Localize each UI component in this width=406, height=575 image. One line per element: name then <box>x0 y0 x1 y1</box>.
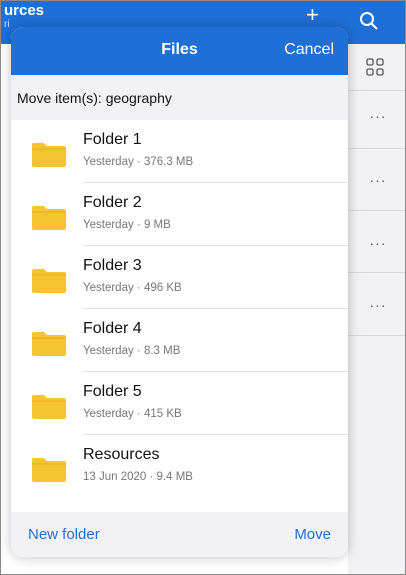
folder-name: Folder 1 <box>83 131 142 148</box>
new-folder-button[interactable]: New folder <box>28 526 100 543</box>
more-icon[interactable]: ··· <box>366 297 390 313</box>
cancel-button[interactable]: Cancel <box>284 41 334 59</box>
folder-icon <box>32 458 66 482</box>
folder-icon <box>32 332 66 356</box>
plus-icon[interactable]: + <box>306 4 319 26</box>
folder-meta: 13 Jun 2020 · 9.4 MB <box>83 471 193 483</box>
more-icon[interactable]: ··· <box>366 172 390 188</box>
folder-meta: Yesterday · 415 KB <box>83 408 182 420</box>
folder-name: Resources <box>83 446 160 463</box>
move-files-sheet: Files Cancel Move item(s): geography Fol… <box>11 27 348 557</box>
folder-name: Folder 2 <box>83 194 142 211</box>
grid-view-icon[interactable] <box>366 58 384 76</box>
background-divider <box>348 210 406 211</box>
more-icon[interactable]: ··· <box>366 108 390 124</box>
sheet-footer: New folder Move <box>11 512 348 557</box>
move-items-bar: Move item(s): geography <box>11 75 348 120</box>
folder-meta: Yesterday · 8.3 MB <box>83 345 181 357</box>
background-divider <box>348 90 406 91</box>
folder-row[interactable]: Folder 4 Yesterday · 8.3 MB <box>11 309 348 372</box>
folder-row[interactable]: Resources 13 Jun 2020 · 9.4 MB <box>11 435 348 498</box>
background-divider <box>348 335 406 336</box>
folder-name: Folder 3 <box>83 257 142 274</box>
folder-name: Folder 5 <box>83 383 142 400</box>
more-icon[interactable]: ··· <box>366 235 390 251</box>
folder-name: Folder 4 <box>83 320 142 337</box>
folder-icon <box>32 269 66 293</box>
folder-row[interactable]: Folder 5 Yesterday · 415 KB <box>11 372 348 435</box>
folder-meta: Yesterday · 496 KB <box>83 282 182 294</box>
folder-icon <box>32 395 66 419</box>
background-title: urces <box>4 2 45 19</box>
background-divider <box>348 148 406 149</box>
folder-meta: Yesterday · 376.3 MB <box>83 156 194 168</box>
search-icon[interactable] <box>358 10 380 32</box>
folder-meta: Yesterday · 9 MB <box>83 219 171 231</box>
move-button[interactable]: Move <box>294 526 331 543</box>
move-item-name: geography <box>105 90 172 106</box>
move-items-prefix: Move item(s): <box>17 90 106 106</box>
sheet-header: Files Cancel <box>11 27 348 75</box>
folder-icon <box>32 143 66 167</box>
folder-icon <box>32 206 66 230</box>
folder-row[interactable]: Folder 2 Yesterday · 9 MB <box>11 183 348 246</box>
move-items-label: Move item(s): geography <box>17 90 172 106</box>
folder-row[interactable]: Folder 1 Yesterday · 376.3 MB <box>11 120 348 183</box>
background-divider <box>348 272 406 273</box>
background-subtitle: ri <box>4 19 10 30</box>
screen: urces ri + ··· ··· ··· ··· Files Cancel … <box>0 0 406 575</box>
folder-row[interactable]: Folder 3 Yesterday · 496 KB <box>11 246 348 309</box>
